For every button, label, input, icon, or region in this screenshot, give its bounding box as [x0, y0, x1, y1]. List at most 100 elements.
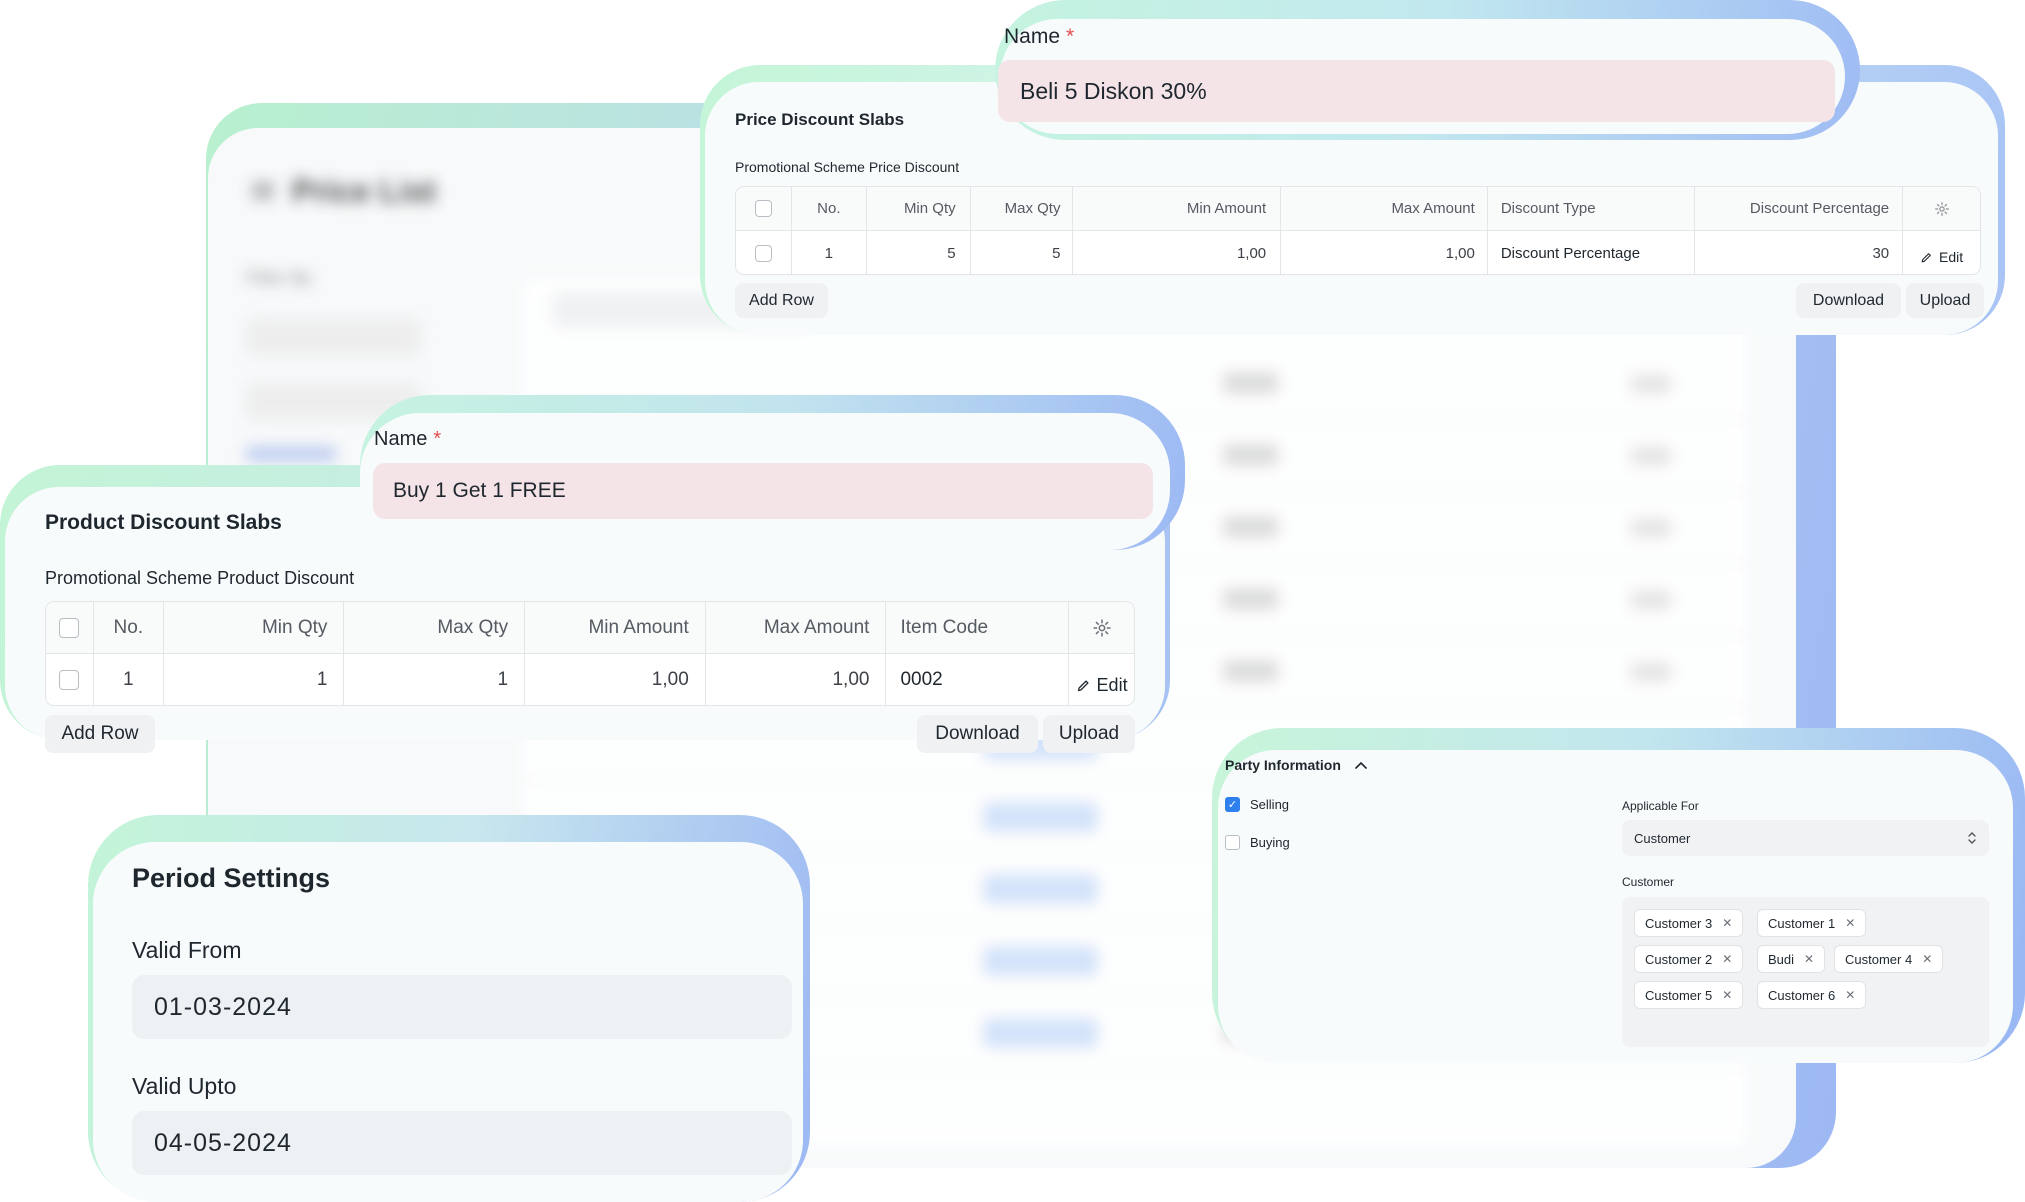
column-header: Discount Percentage — [1695, 187, 1904, 230]
cell-max-amount[interactable]: 1,00 — [1281, 231, 1488, 274]
product-table-label: Promotional Scheme Product Discount — [45, 568, 355, 588]
filter-link — [246, 446, 336, 462]
price-name-label: Name * — [1004, 25, 1074, 49]
select-arrows-icon — [1968, 832, 1976, 844]
party-information-title: Party Information — [1225, 757, 1341, 773]
table-header-row: No. Min Qty Max Qty Min Amount Max Amoun… — [46, 602, 1134, 654]
cell-no: 1 — [94, 654, 164, 705]
customer-tag[interactable]: Customer 4 ✕ — [1834, 945, 1944, 973]
valid-upto-field[interactable]: 04-05-2024 — [132, 1111, 792, 1175]
valid-from-label: Valid From — [132, 937, 242, 963]
customer-tag-label: Customer 1 — [1768, 915, 1836, 931]
selling-checkbox[interactable]: ✓ — [1225, 797, 1240, 812]
column-settings-cell[interactable] — [1069, 602, 1134, 653]
column-header: Max Qty — [971, 187, 1074, 230]
edit-row-button[interactable]: Edit — [1903, 231, 1980, 274]
upload-button[interactable]: Upload — [1043, 715, 1135, 753]
table-header-row: No. Min Qty Max Qty Min Amount Max Amoun… — [736, 187, 1980, 231]
price-table-label: Promotional Scheme Price Discount — [735, 159, 960, 175]
remove-tag-icon[interactable]: ✕ — [1722, 916, 1732, 930]
customer-label: Customer — [1622, 875, 1675, 889]
applicable-for-select[interactable]: Customer — [1622, 820, 1989, 856]
price-section-title: Price Discount Slabs — [735, 110, 905, 129]
select-all-checkbox[interactable] — [59, 617, 80, 638]
add-row-button[interactable]: Add Row — [45, 715, 155, 753]
row-checkbox[interactable] — [59, 670, 80, 690]
background-title: Price List — [292, 173, 437, 209]
cell-min-qty[interactable]: 1 — [164, 654, 345, 705]
select-all-cell[interactable] — [46, 602, 94, 653]
select-all-cell[interactable] — [736, 187, 792, 230]
column-header: Max Qty — [344, 602, 526, 653]
remove-tag-icon[interactable]: ✕ — [1804, 952, 1814, 966]
valid-upto-label: Valid Upto — [132, 1073, 237, 1099]
cell-max-qty[interactable]: 1 — [344, 654, 526, 705]
gear-icon[interactable] — [1092, 618, 1112, 638]
column-header: Min Amount — [1073, 187, 1282, 230]
name-label-text: Name — [1004, 25, 1061, 48]
customer-tag[interactable]: Customer 6 ✕ — [1757, 981, 1867, 1009]
cell-min-amount[interactable]: 1,00 — [1073, 231, 1282, 274]
applicable-for-value: Customer — [1634, 830, 1691, 846]
column-header: Discount Type — [1488, 187, 1696, 230]
buying-checkbox[interactable] — [1225, 835, 1240, 850]
customer-tag[interactable]: Customer 3 ✕ — [1634, 909, 1744, 937]
download-button[interactable]: Download — [917, 715, 1038, 753]
required-asterisk: * — [1066, 25, 1075, 48]
customer-tag[interactable]: Budi ✕ — [1757, 945, 1826, 973]
period-settings-title: Period Settings — [132, 863, 331, 893]
column-header: Min Qty — [867, 187, 971, 230]
customer-tag-label: Customer 6 — [1768, 987, 1836, 1003]
column-header: Min Amount — [525, 602, 706, 653]
price-discount-table: No. Min Qty Max Qty Min Amount Max Amoun… — [735, 186, 1981, 275]
product-scheme-name-field[interactable]: Buy 1 Get 1 FREE — [373, 463, 1153, 519]
table-row[interactable]: 1 1 1 1,00 1,00 0002 Edit — [46, 654, 1134, 705]
cell-max-qty[interactable]: 5 — [971, 231, 1074, 274]
remove-tag-icon[interactable]: ✕ — [1722, 988, 1732, 1002]
selling-label: Selling — [1250, 797, 1290, 812]
edit-row-button[interactable]: Edit — [1069, 654, 1134, 705]
customer-tag[interactable]: Customer 1 ✕ — [1757, 909, 1867, 937]
party-information-header[interactable]: Party Information — [1225, 757, 1367, 773]
remove-tag-icon[interactable]: ✕ — [1845, 916, 1855, 930]
cell-max-amount[interactable]: 1,00 — [706, 654, 887, 705]
selling-checkbox-row[interactable]: ✓ Selling — [1225, 797, 1289, 812]
buying-label: Buying — [1250, 835, 1290, 850]
menu-icon — [252, 183, 274, 199]
cell-item-code[interactable]: 0002 — [886, 654, 1070, 705]
chevron-up-icon[interactable] — [1355, 761, 1367, 769]
table-row[interactable]: 1 5 5 1,00 1,00 Discount Percentage 30 E… — [736, 231, 1980, 274]
valid-from-field[interactable]: 01-03-2024 — [132, 975, 792, 1039]
cell-discount-type[interactable]: Discount Percentage — [1488, 231, 1696, 274]
cell-min-qty[interactable]: 5 — [867, 231, 971, 274]
gear-icon[interactable] — [1934, 201, 1950, 217]
customer-tag-label: Customer 5 — [1645, 987, 1713, 1003]
pencil-icon — [1921, 252, 1931, 262]
row-select-cell[interactable] — [736, 231, 792, 274]
row-checkbox[interactable] — [754, 244, 772, 262]
column-header: No. — [94, 602, 164, 653]
price-scheme-name-field[interactable]: Beli 5 Diskon 30% — [998, 60, 1835, 122]
customer-tag[interactable]: Customer 5 ✕ — [1634, 981, 1744, 1009]
edit-label: Edit — [1096, 674, 1128, 695]
column-header: Max Amount — [1281, 187, 1488, 230]
download-button[interactable]: Download — [1796, 283, 1901, 318]
upload-button[interactable]: Upload — [1906, 283, 1984, 318]
product-section-title: Product Discount Slabs — [45, 511, 282, 534]
name-label-text: Name — [374, 428, 428, 450]
customer-tag-label: Customer 3 — [1645, 915, 1713, 931]
cell-min-amount[interactable]: 1,00 — [525, 654, 706, 705]
customer-tag-label: Customer 4 — [1845, 951, 1913, 967]
add-row-button[interactable]: Add Row — [735, 283, 828, 318]
buying-checkbox-row[interactable]: Buying — [1225, 835, 1290, 850]
cell-discount-percentage[interactable]: 30 — [1695, 231, 1904, 274]
column-header: Min Qty — [164, 602, 345, 653]
customer-tag[interactable]: Customer 2 ✕ — [1634, 945, 1744, 973]
product-name-label: Name * — [374, 428, 441, 451]
column-settings-cell[interactable] — [1903, 187, 1980, 230]
remove-tag-icon[interactable]: ✕ — [1922, 952, 1932, 966]
row-select-cell[interactable] — [46, 654, 94, 705]
select-all-checkbox[interactable] — [754, 200, 772, 217]
remove-tag-icon[interactable]: ✕ — [1722, 952, 1732, 966]
remove-tag-icon[interactable]: ✕ — [1845, 988, 1855, 1002]
